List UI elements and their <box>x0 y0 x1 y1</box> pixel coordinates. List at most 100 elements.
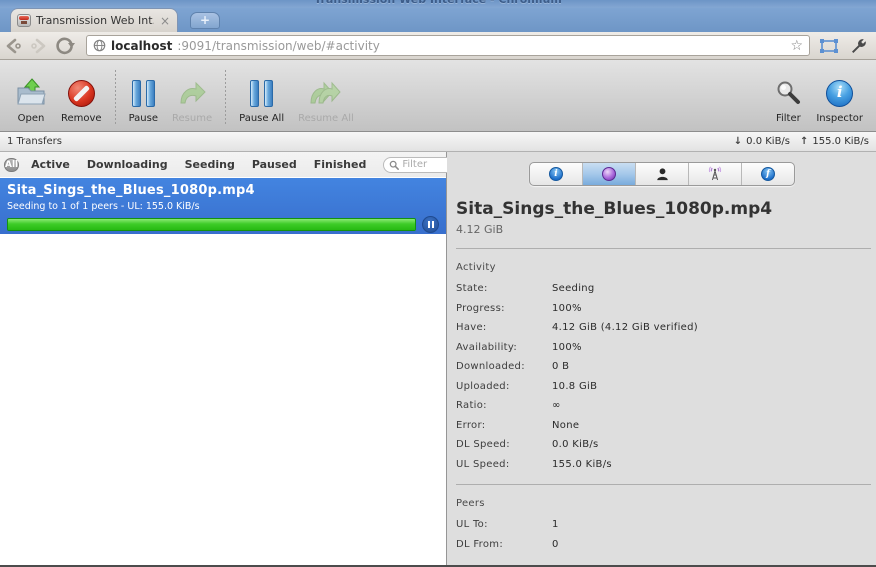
open-folder-icon <box>15 77 47 109</box>
back-arrow-icon <box>6 38 21 53</box>
activity-section-header: Activity <box>456 262 496 273</box>
row-ratio: Ratio: ∞ <box>456 400 561 411</box>
row-ul-speed: UL Speed: 155.0 KiB/s <box>456 458 612 470</box>
row-state: State: Seeding <box>456 283 595 294</box>
inspector-tab-files[interactable]: f <box>742 163 794 185</box>
row-error: Error: None <box>456 419 580 431</box>
window-titlebar: Transmission Web Interface - Chromium <box>0 0 876 8</box>
resume-button: Resume <box>165 68 219 124</box>
filter-tab-downloading[interactable]: Downloading <box>87 158 168 171</box>
reload-button[interactable] <box>52 34 78 58</box>
tab-title: Transmission Web Int... <box>36 14 154 27</box>
wrench-icon <box>852 38 866 53</box>
pause-label: Pause <box>128 113 159 124</box>
url-bar[interactable]: localhost :9091/transmission/web/#activi… <box>86 35 810 56</box>
download-arrow-icon: ↓ <box>733 136 743 147</box>
resume-label: Resume <box>172 113 213 124</box>
browser-toolbar: localhost :9091/transmission/web/#activi… <box>0 32 876 60</box>
filter-tab-paused[interactable]: Paused <box>252 158 297 171</box>
upload-arrow-icon: ↑ <box>800 136 809 147</box>
window-title: Transmission Web Interface - Chromium <box>0 0 876 6</box>
inspector-label: Inspector <box>816 113 863 124</box>
torrent-name: Sita_Sings_the_Blues_1080p.mp4 <box>7 183 255 198</box>
globe-icon <box>93 39 106 52</box>
tab-close-icon[interactable]: × <box>159 15 171 27</box>
reload-icon <box>56 37 75 54</box>
resume-icon <box>177 77 207 109</box>
torrent-pause-button[interactable] <box>422 216 439 233</box>
pause-all-label: Pause All <box>239 113 285 124</box>
inspector-info-icon: i <box>826 79 854 107</box>
activity-rows: State: Seeding Progress: 100% Have: 4.12 Gi… <box>456 279 876 474</box>
info-icon: i <box>549 167 563 181</box>
inspector-button[interactable]: i Inspector <box>809 68 870 124</box>
inspector-pane: i f Sita_Sings_the_Blues_1080p.mp4 4.12 … <box>447 152 876 565</box>
bookmark-star-icon[interactable]: ☆ <box>790 39 803 53</box>
row-progress: Progress: 100% <box>456 302 582 314</box>
filter-tab-active[interactable]: Active <box>31 158 70 171</box>
transmission-favicon-icon <box>17 14 31 27</box>
speed-summary: ↓ 0.0 KiB/s ↑ 155.0 KiB/s <box>734 136 869 147</box>
row-availability: Availability: 100% <box>456 341 582 353</box>
filter-button[interactable]: Filter <box>767 68 809 124</box>
forward-button[interactable] <box>26 34 52 58</box>
url-path: :9091/transmission/web/#activity <box>177 38 380 53</box>
tracker-antenna-icon <box>708 166 722 181</box>
resume-all-button: Resume All <box>291 68 361 124</box>
forward-arrow-icon <box>31 38 46 53</box>
resume-all-icon <box>308 77 344 109</box>
inspector-tab-info[interactable]: i <box>530 163 583 185</box>
browser-tab[interactable]: Transmission Web Int... × <box>10 8 178 32</box>
row-ul-to: UL To: 1 <box>456 519 559 530</box>
open-button[interactable]: Open <box>8 68 54 124</box>
inspector-size: 4.12 GiB <box>456 223 504 236</box>
filter-tab-finished[interactable]: Finished <box>314 158 367 171</box>
filter-tab-all[interactable]: All <box>4 157 20 172</box>
app-toolbar: Open Remove Pause Resume Pause All Resum… <box>0 60 876 132</box>
pause-all-button[interactable]: Pause All <box>232 68 291 124</box>
remove-icon <box>67 79 95 107</box>
capture-frame-icon <box>820 38 838 53</box>
back-button[interactable] <box>0 34 26 58</box>
inspector-title: Sita_Sings_the_Blues_1080p.mp4 <box>456 199 773 219</box>
tab-strip: Transmission Web Int... × + <box>0 8 876 32</box>
pause-button[interactable]: Pause <box>122 68 165 124</box>
inspector-tab-bar: i f <box>529 162 795 186</box>
row-dl-speed: DL Speed: 0.0 KiB/s <box>456 439 599 450</box>
download-speed: 0.0 KiB/s <box>746 136 791 147</box>
inspector-tab-trackers[interactable] <box>689 163 742 185</box>
browser-menu-button[interactable] <box>846 34 872 58</box>
pause-icon <box>131 77 155 109</box>
filter-tab-seeding[interactable]: Seeding <box>185 158 235 171</box>
search-icon <box>390 160 400 170</box>
torrent-row-selected[interactable]: Sita_Sings_the_Blues_1080p.mp4 Seeding t… <box>0 178 446 248</box>
torrent-progress-details: 4.12 GiB, uploaded 10.8 GiB (Ratio 2.63) <box>7 237 201 248</box>
divider <box>456 484 871 485</box>
divider <box>456 248 871 249</box>
transfer-count: 1 Transfers <box>7 136 62 147</box>
inspector-tab-activity[interactable] <box>583 163 636 185</box>
filter-label: Filter <box>775 113 801 124</box>
row-downloaded: Downloaded: 0 B <box>456 361 570 372</box>
peers-section-header: Peers <box>456 498 485 509</box>
torrent-peer-details: Seeding to 1 of 1 peers - UL: 155.0 KiB/… <box>7 201 200 212</box>
torrent-progress-bar <box>7 218 416 231</box>
upload-speed: 155.0 KiB/s <box>812 136 869 147</box>
row-dl-from: DL From: 0 <box>456 538 559 550</box>
browser-window: Transmission Web Interface - Chromium Tr… <box>0 0 876 567</box>
row-have: Have: 4.12 GiB (4.12 GiB verified) <box>456 322 698 333</box>
pause-all-icon <box>250 77 274 109</box>
toolbar-separator <box>225 70 227 124</box>
remove-button[interactable]: Remove <box>54 68 109 124</box>
url-host: localhost <box>111 38 173 53</box>
main-area: All Active Downloading Seeding Paused Fi… <box>0 152 876 565</box>
new-tab-button[interactable]: + <box>190 12 220 29</box>
extension-capture-button[interactable] <box>816 34 842 58</box>
torrent-progress-fill <box>8 219 415 230</box>
open-label: Open <box>17 113 45 124</box>
inspector-tab-peers[interactable] <box>636 163 689 185</box>
status-bar: 1 Transfers ↓ 0.0 KiB/s ↑ 155.0 KiB/s <box>0 132 876 152</box>
filter-bar: All Active Downloading Seeding Paused Fi… <box>0 152 471 177</box>
files-icon: f <box>761 167 775 181</box>
resume-all-label: Resume All <box>298 113 354 124</box>
